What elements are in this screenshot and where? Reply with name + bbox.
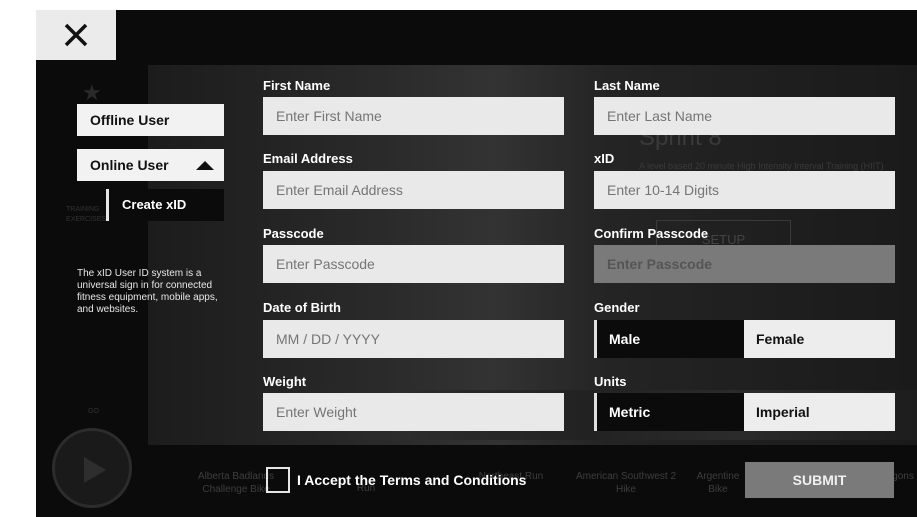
close-button[interactable]	[36, 10, 116, 60]
units-label: Units	[594, 374, 627, 389]
units-imperial-option[interactable]: Imperial	[744, 393, 895, 431]
online-user-label: Online User	[90, 157, 169, 173]
create-xid-button[interactable]: Create xID	[106, 189, 224, 221]
caption-american: American Southwest 2 Hike	[575, 471, 677, 495]
gender-label: Gender	[594, 300, 640, 315]
confirm-passcode-label: Confirm Passcode	[594, 226, 709, 241]
passcode-input[interactable]	[263, 245, 564, 283]
email-label: Email Address	[263, 151, 353, 166]
last-name-input[interactable]	[594, 97, 895, 135]
play-icon	[84, 457, 106, 483]
email-input[interactable]	[263, 171, 564, 209]
play-button	[52, 428, 132, 508]
terms-label: I Accept the Terms and Conditions	[297, 472, 527, 488]
dob-input[interactable]	[263, 320, 564, 358]
nav-exercises-label: EXERCISES	[66, 216, 107, 223]
passcode-label: Passcode	[263, 226, 324, 241]
dob-label: Date of Birth	[263, 300, 341, 315]
nav-go-label: GO	[88, 408, 99, 415]
close-icon	[64, 23, 88, 47]
online-user-button[interactable]: Online User	[77, 149, 224, 181]
star-icon: ★	[82, 80, 102, 105]
gender-female-option[interactable]: Female	[744, 320, 895, 358]
xid-info-text: The xID User ID system is a universal si…	[77, 268, 218, 315]
nav-training-label: TRAINING	[66, 206, 100, 213]
offline-user-button[interactable]: Offline User	[77, 104, 224, 136]
gender-male-option[interactable]: Male	[594, 320, 744, 358]
first-name-label: First Name	[263, 78, 331, 93]
submit-button[interactable]: SUBMIT	[745, 462, 894, 498]
xid-label: xID	[594, 151, 615, 166]
first-name-input[interactable]	[263, 97, 564, 135]
units-metric-option[interactable]: Metric	[594, 393, 744, 431]
caption-argentine: Argentine Bike	[696, 471, 740, 495]
weight-input[interactable]	[263, 393, 564, 431]
caret-up-icon	[196, 161, 214, 170]
confirm-passcode-input[interactable]: Enter Passcode	[594, 245, 895, 283]
terms-checkbox[interactable]	[266, 467, 290, 493]
weight-label: Weight	[263, 374, 307, 389]
last-name-label: Last Name	[594, 78, 660, 93]
xid-input[interactable]	[594, 171, 895, 209]
